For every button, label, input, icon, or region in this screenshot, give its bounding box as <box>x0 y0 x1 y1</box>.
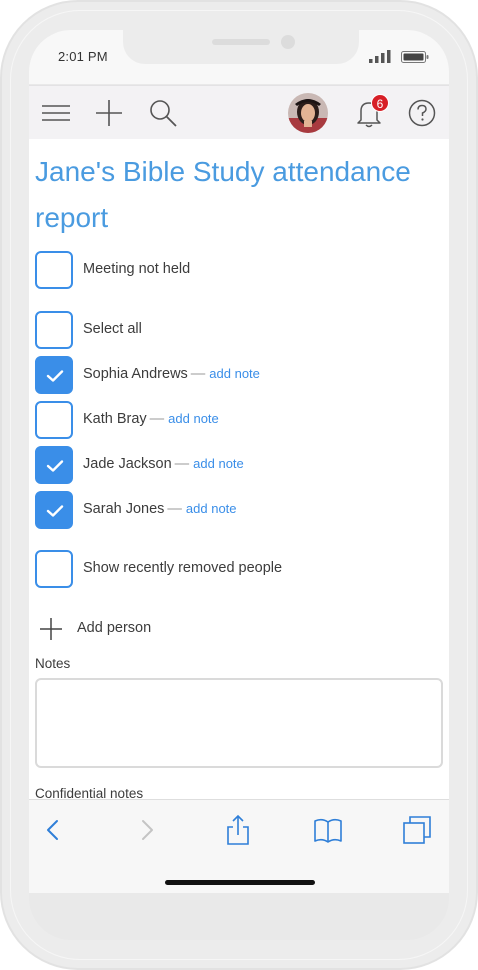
person-name: Jade Jackson <box>83 456 172 472</box>
show-removed-label: Show recently removed people <box>83 560 283 576</box>
person-name: Sarah Jones <box>83 501 165 517</box>
bookmarks-icon[interactable] <box>312 814 344 846</box>
person-checkbox-jade-jackson[interactable] <box>35 446 73 484</box>
forward-icon[interactable] <box>131 814 163 846</box>
person-row: Sophia Andrews — add note <box>35 356 435 396</box>
meeting-not-held-row: Meeting not held <box>35 251 435 291</box>
select-all-label: Select all <box>83 321 142 337</box>
meeting-not-held-label: Meeting not held <box>83 261 191 277</box>
hamburger-menu-icon[interactable] <box>39 96 73 130</box>
person-name: Sophia Andrews <box>83 366 188 382</box>
user-avatar[interactable] <box>287 92 329 134</box>
add-person-button[interactable]: Add person <box>39 617 239 641</box>
home-indicator <box>165 880 315 885</box>
person-row: Jade Jackson — add note <box>35 446 435 486</box>
share-icon[interactable] <box>222 814 254 846</box>
person-label: Sophia Andrews — add note <box>83 366 260 382</box>
person-label: Sarah Jones — add note <box>83 501 237 517</box>
person-checkbox-kath-bray[interactable] <box>35 401 73 439</box>
separator: — <box>149 411 165 427</box>
checkmark-icon <box>46 505 64 517</box>
show-removed-row: Show recently removed people <box>35 550 435 590</box>
notes-textarea[interactable] <box>35 678 443 768</box>
plus-icon[interactable] <box>92 96 126 130</box>
front-camera <box>281 35 295 49</box>
search-icon[interactable] <box>146 96 180 130</box>
person-checkbox-sophia-andrews[interactable] <box>35 356 73 394</box>
person-checkbox-sarah-jones[interactable] <box>35 491 73 529</box>
meeting-not-held-checkbox[interactable] <box>35 251 73 289</box>
separator: — <box>190 366 206 382</box>
checkmark-icon <box>46 460 64 472</box>
person-label: Kath Bray — add note <box>83 411 219 427</box>
person-label: Jade Jackson — add note <box>83 456 244 472</box>
help-circle-icon[interactable] <box>405 96 439 130</box>
separator: — <box>174 456 190 472</box>
notch <box>123 30 359 64</box>
status-time: 2:01 PM <box>58 49 108 64</box>
select-all-row: Select all <box>35 311 435 351</box>
back-icon[interactable] <box>37 814 69 846</box>
confidential-notes-label: Confidential notes <box>35 786 144 799</box>
tabs-icon[interactable] <box>401 814 433 846</box>
speaker-grille <box>212 39 270 45</box>
notes-label: Notes <box>35 656 71 671</box>
app-header: 6 <box>29 85 449 139</box>
checkmark-icon <box>46 370 64 382</box>
separator: — <box>167 501 182 517</box>
phone-screen: 2:01 PM 6 Jane's Bible Study attendance … <box>29 30 449 940</box>
person-name: Kath Bray <box>83 411 147 427</box>
add-note-link[interactable]: add note <box>193 456 244 471</box>
cellular-signal-icon <box>369 50 391 63</box>
select-all-checkbox[interactable] <box>35 311 73 349</box>
person-row: Sarah Jones — add note <box>35 491 435 531</box>
add-note-link[interactable]: add note <box>209 366 260 381</box>
battery-icon <box>401 51 429 63</box>
add-person-label: Add person <box>77 620 152 636</box>
add-note-link[interactable]: add note <box>168 411 219 426</box>
attendance-form: Jane's Bible Study attendance report Mee… <box>29 139 449 799</box>
add-note-link[interactable]: add note <box>186 501 237 516</box>
plus-icon <box>40 618 62 640</box>
page-title: Jane's Bible Study attendance report <box>35 156 411 233</box>
browser-toolbar <box>29 799 449 893</box>
notification-badge: 6 <box>371 94 389 112</box>
person-row: Kath Bray — add note <box>35 401 435 441</box>
show-removed-checkbox[interactable] <box>35 550 73 588</box>
